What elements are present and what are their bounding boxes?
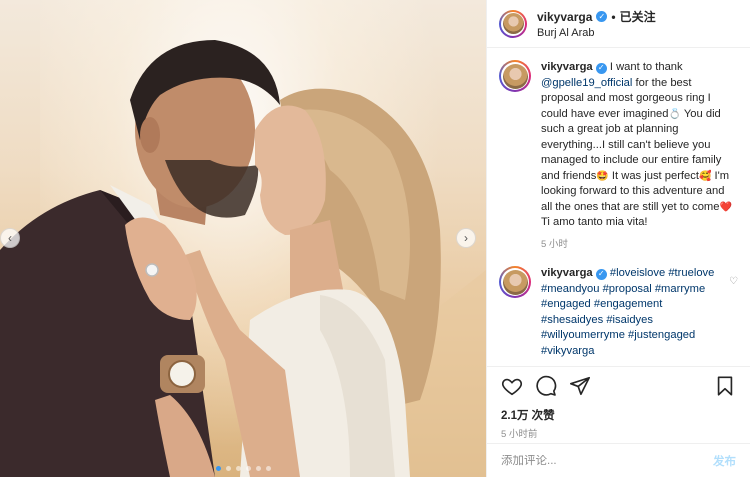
caption-text-6: Ti amo tanto mia vita! xyxy=(541,216,648,228)
hashtag-list: #loveislove #truelove #meandyou #proposa… xyxy=(541,267,714,357)
comment-input[interactable] xyxy=(501,454,713,467)
author-avatar[interactable] xyxy=(499,9,527,38)
hashtag-link[interactable]: #willyoumerryme xyxy=(541,329,625,341)
carousel-dot xyxy=(236,466,241,471)
location-link[interactable]: Burj Al Arab xyxy=(537,27,656,39)
red-heart-emoji-icon: ❤️ xyxy=(719,201,732,213)
post-timestamp[interactable]: 5 小时前 xyxy=(487,426,750,442)
action-bar xyxy=(487,366,750,404)
chevron-right-icon: › xyxy=(464,231,468,245)
hashtag-link[interactable]: #marryme xyxy=(655,283,705,295)
comment-button[interactable] xyxy=(533,373,559,399)
post-photo[interactable]: ‹ › xyxy=(0,0,486,477)
smiling-hearts-emoji-icon: 🥰 xyxy=(698,170,712,182)
hashtag-comment: vikyvarga ✓ #loveislove #truelove #meand… xyxy=(499,266,738,359)
like-button[interactable] xyxy=(499,373,525,399)
chevron-left-icon: ‹ xyxy=(8,231,12,245)
caption-username[interactable]: vikyvarga xyxy=(541,61,593,73)
comment-avatar[interactable] xyxy=(499,266,531,298)
heart-icon xyxy=(501,378,523,395)
hashtag-link[interactable]: #truelove xyxy=(668,267,714,279)
couple-kissing-illustration xyxy=(0,40,486,477)
next-slide-button[interactable]: › xyxy=(456,228,476,248)
share-button[interactable] xyxy=(567,373,593,399)
like-count[interactable]: 2.1万 次赞 xyxy=(487,404,750,426)
hashtag-link[interactable]: #justengaged xyxy=(628,329,695,341)
caption-text-1: I want to thank xyxy=(609,61,683,73)
author-username[interactable]: vikyvarga xyxy=(537,10,592,24)
caption-timestamp[interactable]: 5 小时 xyxy=(541,237,737,253)
hashtag-link[interactable]: #meandyou xyxy=(541,283,599,295)
comment-like-heart-icon[interactable]: ♡ xyxy=(729,276,738,287)
star-struck-emoji-icon: 🤩 xyxy=(596,170,609,182)
post-header: vikyvarga ✓ • 已关注 Burj Al Arab xyxy=(487,0,750,48)
verified-badge-icon: ✓ xyxy=(595,62,607,74)
comments-list[interactable]: vikyvarga ✓ I want to thank @gpelle19_of… xyxy=(487,48,750,366)
hashtag-link[interactable]: #vikyvarga xyxy=(541,345,594,357)
caption-avatar[interactable] xyxy=(499,60,531,92)
verified-badge-icon: ✓ xyxy=(596,11,608,22)
mention-link[interactable]: @gpelle19_official xyxy=(541,77,632,89)
caption-comment: vikyvarga ✓ I want to thank @gpelle19_of… xyxy=(499,60,738,252)
carousel-dot xyxy=(246,466,251,471)
hashtag-link[interactable]: #loveislove xyxy=(610,267,665,279)
carousel-dot xyxy=(216,466,221,471)
separator-dot: • xyxy=(611,9,616,24)
add-comment-bar: 发布 xyxy=(487,443,750,477)
comment-username[interactable]: vikyvarga xyxy=(541,267,593,279)
hashtag-link[interactable]: #engaged xyxy=(541,298,591,310)
bookmark-icon xyxy=(717,375,733,396)
verified-badge-icon: ✓ xyxy=(595,268,607,280)
carousel-dot xyxy=(226,466,231,471)
post-modal: ‹ › vikyvarga ✓ • 已关注 Burj Al Arab vikyv… xyxy=(0,0,750,477)
following-button[interactable]: 已关注 xyxy=(620,8,656,25)
save-button[interactable] xyxy=(712,373,738,399)
hashtag-link[interactable]: #proposal xyxy=(603,283,652,295)
hashtag-link[interactable]: #shesaidyes xyxy=(541,314,603,326)
comment-icon xyxy=(536,375,557,396)
carousel-dots xyxy=(216,466,271,471)
carousel-dot xyxy=(266,466,271,471)
share-icon xyxy=(570,376,590,395)
carousel-dot xyxy=(256,466,261,471)
previous-slide-button[interactable]: ‹ xyxy=(0,228,20,248)
post-comment-button[interactable]: 发布 xyxy=(713,453,736,469)
hashtag-link[interactable]: #isaidyes xyxy=(606,314,653,326)
ring-emoji-icon: 💍 xyxy=(668,108,681,120)
post-side-panel: vikyvarga ✓ • 已关注 Burj Al Arab vikyvarga… xyxy=(486,0,750,477)
hashtag-link[interactable]: #engagement xyxy=(594,298,662,310)
caption-text-4: It was just perfect xyxy=(611,169,699,182)
